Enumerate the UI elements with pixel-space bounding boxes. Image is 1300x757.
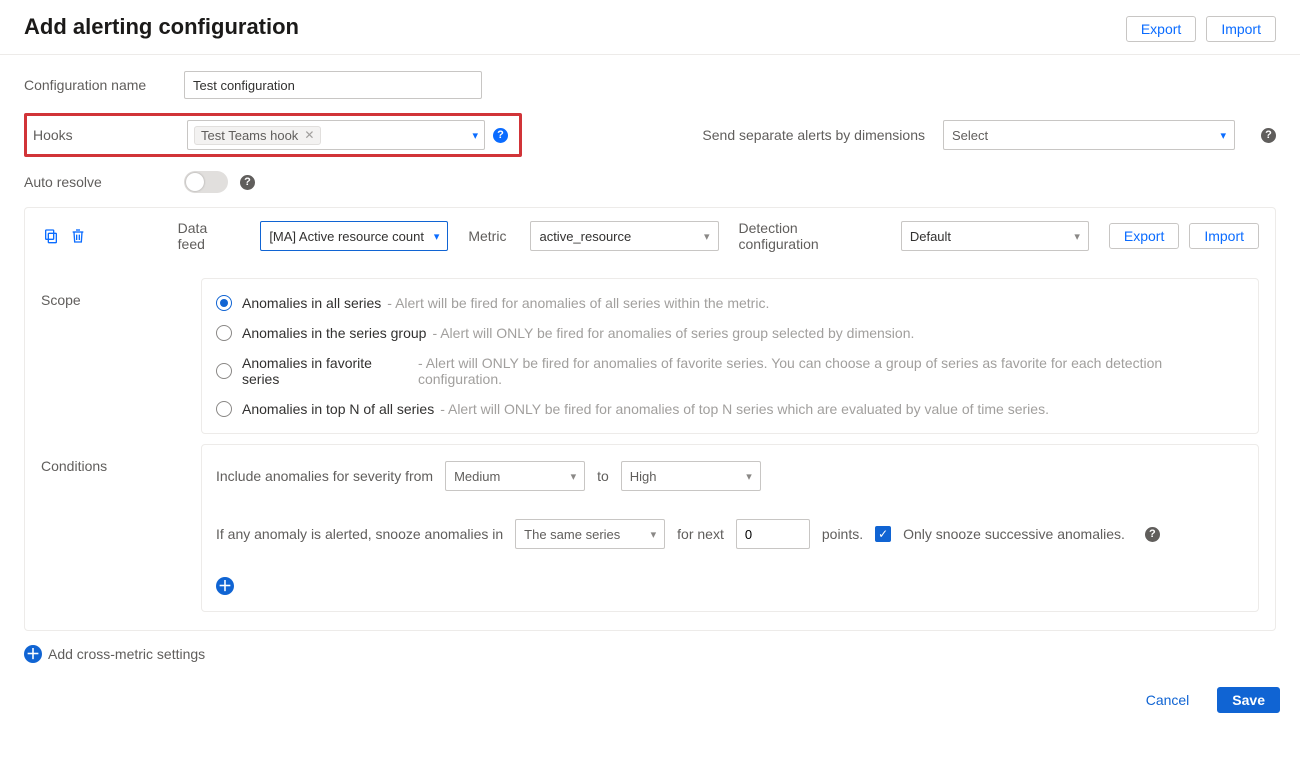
radio-icon[interactable]: [216, 325, 232, 341]
chevron-down-icon: ▾: [746, 470, 752, 483]
conditions-panel: Include anomalies for severity from Medi…: [201, 444, 1259, 612]
chevron-down-icon: ▾: [1074, 230, 1080, 243]
severity-prefix: Include anomalies for severity from: [216, 468, 433, 484]
radio-icon[interactable]: [216, 295, 232, 311]
snooze-suffix: points.: [822, 526, 863, 542]
cancel-button[interactable]: Cancel: [1132, 688, 1204, 712]
only-successive-label: Only snooze successive anomalies.: [903, 526, 1125, 542]
snooze-mid: for next: [677, 526, 724, 542]
config-name-label: Configuration name: [24, 77, 184, 93]
scope-option-hint: - Alert will ONLY be fired for anomalies…: [432, 325, 914, 341]
metric-label: Metric: [468, 228, 506, 244]
data-feed-value: [MA] Active resource count: [269, 229, 424, 244]
detection-config-label: Detection configuration: [739, 220, 877, 252]
snooze-prefix: If any anomaly is alerted, snooze anomal…: [216, 526, 503, 542]
scope-option[interactable]: Anomalies in favorite series - Alert wil…: [216, 355, 1244, 387]
auto-resolve-label: Auto resolve: [24, 174, 184, 190]
hook-tag-remove-icon[interactable]: ✕: [304, 128, 314, 142]
config-name-input[interactable]: [184, 71, 482, 99]
auto-resolve-help-icon[interactable]: ?: [240, 175, 255, 190]
scope-option-title: Anomalies in all series: [242, 295, 381, 311]
add-cross-metric-button[interactable]: ＋ Add cross-metric settings: [24, 645, 205, 663]
card-import-button[interactable]: Import: [1189, 223, 1259, 249]
scope-option-hint: - Alert will ONLY be fired for anomalies…: [418, 355, 1244, 387]
plus-icon: ＋: [24, 645, 42, 663]
radio-icon[interactable]: [216, 401, 232, 417]
scope-option-title: Anomalies in the series group: [242, 325, 426, 341]
metric-select[interactable]: active_resource ▾: [530, 221, 718, 251]
metric-config-card: Data feed [MA] Active resource count ▾ M…: [24, 207, 1276, 631]
snooze-count-input[interactable]: [736, 519, 810, 549]
scope-option-title: Anomalies in favorite series: [242, 355, 412, 387]
delete-icon[interactable]: [68, 226, 87, 246]
data-feed-label: Data feed: [178, 220, 237, 252]
scope-option-hint: - Alert will be fired for anomalies of a…: [387, 295, 769, 311]
dimensions-label: Send separate alerts by dimensions: [695, 127, 925, 143]
header-export-button[interactable]: Export: [1126, 16, 1196, 42]
copy-icon[interactable]: [41, 226, 60, 246]
hook-tag-text: Test Teams hook: [201, 128, 298, 143]
hooks-highlighted-region: Hooks Test Teams hook ✕ ▾ ?: [24, 113, 522, 157]
severity-from-value: Medium: [454, 469, 500, 484]
radio-icon[interactable]: [216, 363, 232, 379]
page-title: Add alerting configuration: [24, 14, 299, 40]
detection-config-value: Default: [910, 229, 951, 244]
scope-options: Anomalies in all series - Alert will be …: [201, 278, 1259, 434]
data-feed-select[interactable]: [MA] Active resource count ▾: [260, 221, 448, 251]
scope-option[interactable]: Anomalies in the series group - Alert wi…: [216, 325, 1244, 341]
severity-to-value: High: [630, 469, 657, 484]
metric-value: active_resource: [539, 229, 631, 244]
dimensions-select-placeholder: Select: [952, 128, 988, 143]
card-export-button[interactable]: Export: [1109, 223, 1179, 249]
snooze-scope-select[interactable]: The same series ▾: [515, 519, 665, 549]
chevron-down-icon: ▾: [472, 129, 478, 142]
severity-to-label: to: [597, 468, 609, 484]
conditions-section-label: Conditions: [41, 444, 201, 474]
chevron-down-icon: ▾: [571, 470, 577, 483]
auto-resolve-toggle[interactable]: [184, 171, 228, 193]
snooze-scope-value: The same series: [524, 527, 620, 542]
scope-option-hint: - Alert will ONLY be fired for anomalies…: [440, 401, 1049, 417]
hooks-select[interactable]: Test Teams hook ✕ ▾: [187, 120, 485, 150]
chevron-down-icon: ▾: [651, 528, 657, 541]
scope-option[interactable]: Anomalies in all series - Alert will be …: [216, 295, 1244, 311]
header-import-button[interactable]: Import: [1206, 16, 1276, 42]
scope-section-label: Scope: [41, 278, 201, 308]
only-successive-checkbox[interactable]: ✓: [875, 526, 891, 542]
add-condition-button[interactable]: ＋: [216, 577, 234, 595]
hooks-help-icon[interactable]: ?: [493, 128, 508, 143]
chevron-down-icon: ▾: [704, 230, 710, 243]
dimensions-select[interactable]: Select ▾: [943, 120, 1235, 150]
add-cross-metric-label: Add cross-metric settings: [48, 646, 205, 662]
hook-tag: Test Teams hook ✕: [194, 126, 321, 145]
dimensions-help-icon[interactable]: ?: [1261, 128, 1276, 143]
chevron-down-icon: ▾: [434, 230, 440, 243]
hooks-label: Hooks: [33, 127, 187, 143]
chevron-down-icon: ▾: [1220, 129, 1226, 142]
only-successive-help-icon[interactable]: ?: [1145, 527, 1160, 542]
toggle-knob: [186, 173, 204, 191]
scope-option[interactable]: Anomalies in top N of all series - Alert…: [216, 401, 1244, 417]
detection-config-select[interactable]: Default ▾: [901, 221, 1089, 251]
scope-option-title: Anomalies in top N of all series: [242, 401, 434, 417]
save-button[interactable]: Save: [1217, 687, 1280, 713]
severity-to-select[interactable]: High ▾: [621, 461, 761, 491]
severity-from-select[interactable]: Medium ▾: [445, 461, 585, 491]
